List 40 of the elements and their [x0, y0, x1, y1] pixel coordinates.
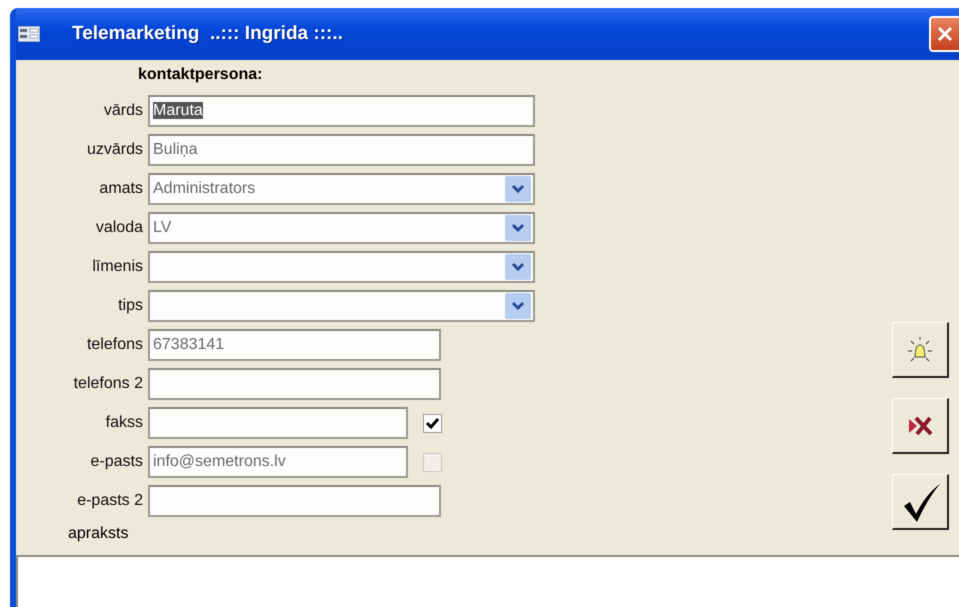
- section-heading: kontaktpersona:: [138, 66, 264, 85]
- delete-button[interactable]: [892, 398, 949, 454]
- field-label: e-pasts: [90, 453, 144, 471]
- field-label: telefons: [86, 336, 144, 354]
- field-value: 67383141: [153, 336, 224, 353]
- close-button[interactable]: [929, 16, 959, 52]
- text-field[interactable]: Buliņa: [148, 134, 535, 166]
- dropdown-field[interactable]: [148, 251, 535, 283]
- checkbox[interactable]: [423, 414, 442, 432]
- field-label: apraksts: [68, 525, 130, 544]
- ok-button[interactable]: [892, 474, 949, 530]
- field-label: tips: [117, 297, 144, 315]
- field-label: e-pasts 2: [76, 492, 144, 510]
- field-label: fakss: [104, 414, 144, 432]
- text-field[interactable]: [148, 407, 408, 439]
- text-field[interactable]: 67383141: [148, 329, 441, 361]
- field-value: info@semetrons.lv: [153, 453, 286, 470]
- field-value: Administrators: [153, 180, 256, 197]
- window-title: Telemarketing ..::: Ingrida :::..: [72, 23, 343, 45]
- field-label: amats: [98, 180, 144, 198]
- field-label: vārds: [102, 102, 144, 120]
- field-value: Maruta: [153, 102, 203, 119]
- field-label: telefons 2: [72, 375, 144, 393]
- dropdown-field[interactable]: Administrators: [148, 173, 535, 205]
- text-field[interactable]: Maruta: [148, 95, 535, 127]
- field-label: līmenis: [91, 258, 144, 276]
- field-label: valoda: [94, 219, 144, 237]
- description-field[interactable]: [16, 555, 959, 607]
- text-field[interactable]: [148, 485, 441, 517]
- field-label: uzvārds: [86, 141, 144, 159]
- field-value: Buliņa: [153, 141, 198, 158]
- dropdown-field[interactable]: LV: [148, 212, 535, 244]
- form-icon: [18, 26, 40, 42]
- new-button[interactable]: [892, 322, 949, 378]
- text-field[interactable]: [148, 368, 441, 400]
- checkbox[interactable]: [423, 452, 442, 472]
- text-field[interactable]: info@semetrons.lv: [148, 446, 408, 478]
- field-value: LV: [153, 219, 172, 236]
- dropdown-field[interactable]: [148, 290, 535, 322]
- close-icon: [935, 24, 955, 44]
